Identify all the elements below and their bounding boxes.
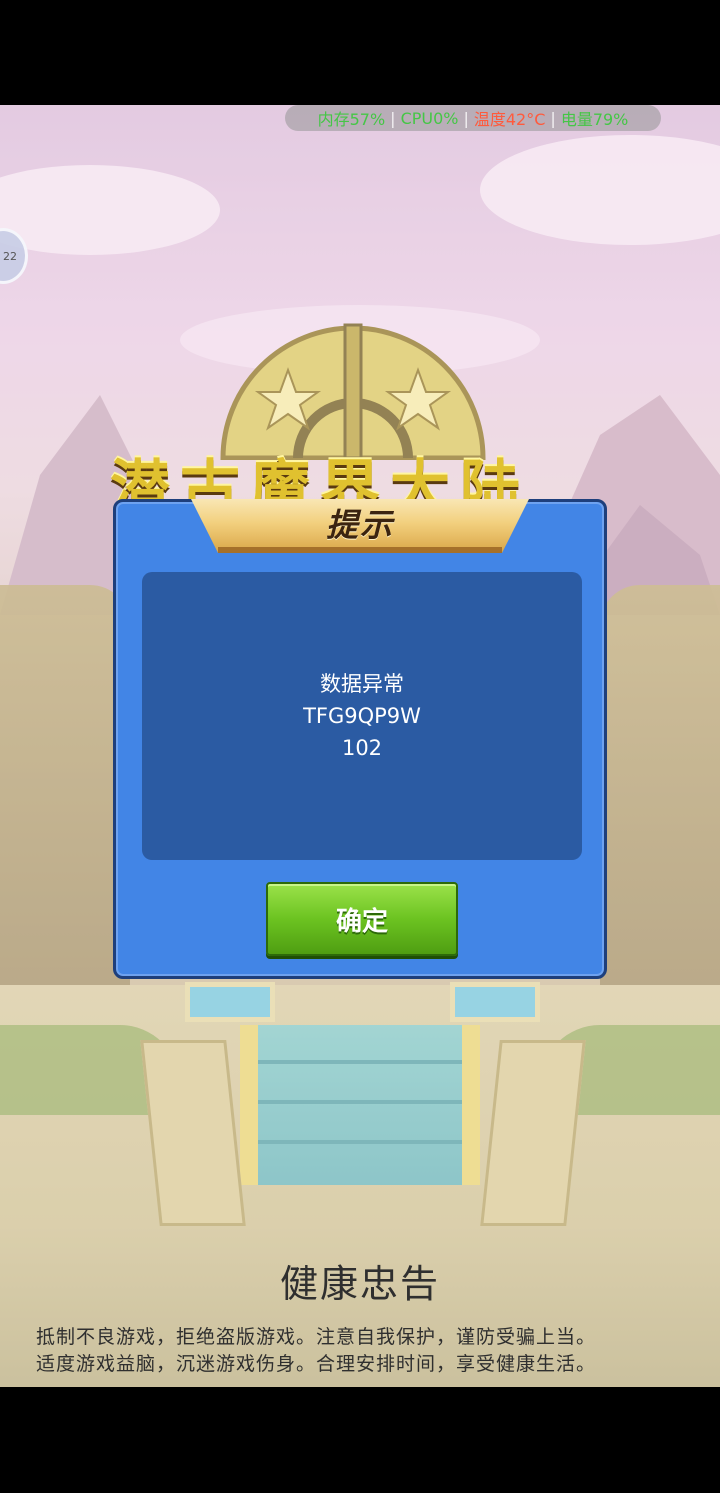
- dialog-message-line: 102: [341, 736, 383, 760]
- dialog-title: 提示: [325, 506, 394, 544]
- memory-stat: 内存57%: [317, 110, 386, 129]
- confirm-button[interactable]: 确定: [266, 882, 458, 956]
- separator: |: [390, 108, 396, 128]
- health-notice-line: 适度游戏益脑，沉迷游戏伤身。合理安排时间，享受健康生活。: [36, 1353, 597, 1375]
- battery-stat: 电量79%: [560, 110, 629, 129]
- separator: |: [463, 108, 469, 128]
- health-notice-title: 健康忠告: [279, 1262, 440, 1306]
- app-screen: 内存57% | CPU0% | 温度42°C | 电量79% 22 潜古魔界大陆…: [0, 0, 720, 1493]
- confirm-button-label: 确定: [335, 906, 388, 937]
- dialog-message-panel: 数据异常 TFG9QP9W 102: [142, 572, 582, 860]
- alert-dialog: 提示 数据异常 TFG9QP9W 102 确定: [113, 499, 607, 979]
- cpu-stat: CPU0%: [400, 108, 459, 128]
- dialog-message-line: 数据异常: [320, 672, 404, 696]
- floating-button-label: 22: [3, 249, 17, 263]
- dialog-message-line: TFG9QP9W: [303, 704, 421, 728]
- separator: |: [550, 108, 556, 128]
- dialog-title-ribbon: 提示: [191, 499, 529, 553]
- temperature-stat: 温度42°C: [473, 110, 546, 129]
- performance-stats-bar: 内存57% | CPU0% | 温度42°C | 电量79%: [285, 105, 661, 131]
- health-notice-line: 抵制不良游戏，拒绝盗版游戏。注意自我保护，谨防受骗上当。: [36, 1326, 597, 1348]
